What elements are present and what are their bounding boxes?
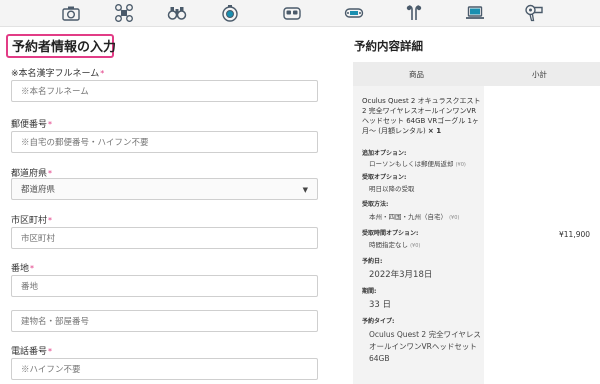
subtotal-price: ¥11,900	[559, 230, 591, 239]
product-name: Oculus Quest 2 オキュラスクエスト2 完全ワイヤレスオールインワン…	[362, 97, 481, 135]
required-mark: *	[48, 216, 53, 225]
option-label: 受取時間オプション:	[362, 230, 419, 237]
required-mark: *	[48, 347, 53, 356]
form-title: 予約者情報の入力	[12, 40, 117, 55]
building-room-input[interactable]	[11, 310, 318, 332]
reservation-date-label: 予約日:	[362, 258, 383, 265]
column-header-product: 商品	[409, 70, 424, 79]
category-icon-bar	[0, 0, 600, 27]
required-mark: *	[100, 69, 105, 78]
reservation-date-value: 2022年3月18日	[369, 270, 433, 280]
period-label: 期間:	[362, 288, 377, 295]
prefecture-select-value: 都道府県	[21, 185, 56, 195]
city-input[interactable]	[11, 227, 318, 249]
option-label: 追加オプション:	[362, 150, 407, 157]
required-mark: *	[48, 120, 53, 129]
column-header-subtotal: 小計	[532, 70, 547, 79]
option-value: 本州・四国・九州（自宅） (¥0)	[369, 213, 460, 221]
option-value: 明日以降の受取	[369, 185, 415, 193]
postal-code-input[interactable]	[11, 131, 318, 153]
label-phone: 電話番号*	[11, 347, 53, 357]
binoculars-icon[interactable]	[167, 3, 187, 23]
required-mark: *	[30, 264, 35, 273]
label-street-address: 番地*	[11, 264, 35, 274]
summary-table-header	[353, 62, 600, 86]
prefecture-select[interactable]: 都道府県 ▼	[11, 178, 318, 200]
product-quantity: × 1	[427, 127, 442, 135]
label-postal-code: 郵便番号*	[11, 120, 53, 130]
phone-input[interactable]	[11, 358, 318, 380]
required-mark: *	[48, 169, 53, 178]
game-controller-icon[interactable]	[344, 3, 364, 23]
reservation-type-value: Oculus Quest 2 完全ワイヤレスオールインワンVRヘッドセット 64…	[369, 330, 481, 363]
reservation-type-label: 予約タイプ:	[362, 318, 395, 325]
summary-title: 予約内容詳細	[354, 39, 423, 53]
earphones-icon[interactable]	[404, 3, 424, 23]
drone-icon[interactable]	[114, 3, 134, 23]
chevron-down-icon: ▼	[302, 186, 308, 194]
option-value: ローソンもしくは郵便局返却 (¥0)	[369, 160, 466, 168]
action-camera-icon[interactable]	[220, 3, 240, 23]
laptop-icon[interactable]	[465, 3, 485, 23]
full-name-input[interactable]	[11, 80, 318, 102]
vr-headset-icon[interactable]	[282, 3, 302, 23]
label-full-name: ※本名漢字フルネーム*	[11, 69, 105, 79]
period-value: 33 日	[369, 300, 392, 310]
option-value: 時間指定なし (¥0)	[369, 241, 421, 249]
camera-icon[interactable]	[61, 3, 81, 23]
option-label: 受取オプション:	[362, 174, 407, 181]
street-address-input[interactable]	[11, 275, 318, 297]
hair-dryer-icon[interactable]	[524, 3, 544, 23]
option-label: 受取方法:	[362, 201, 389, 208]
label-city: 市区町村*	[11, 216, 53, 226]
